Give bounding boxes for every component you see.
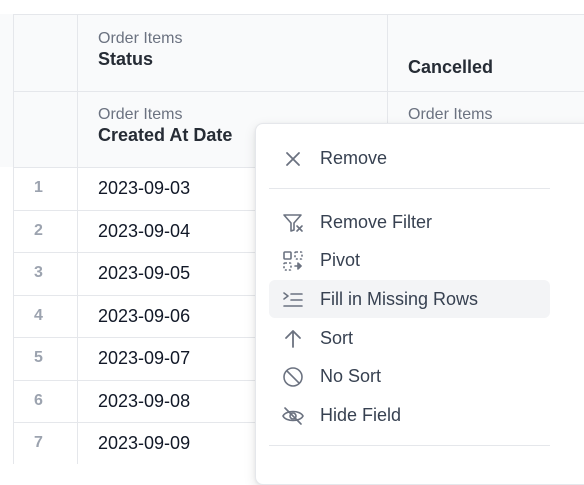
header-created-view: Order Items — [98, 106, 183, 123]
column-context-menu: Remove Remove Filter Pivot Fill in Missi… — [255, 123, 584, 485]
cell-date[interactable]: 2023-09-03 — [98, 178, 190, 199]
header-status-view: Order Items — [98, 30, 183, 47]
menu-item-fill-missing-rows[interactable]: Fill in Missing Rows — [269, 280, 550, 318]
row-number: 7 — [34, 434, 43, 451]
cell-date[interactable]: 2023-09-04 — [98, 221, 190, 242]
menu-item-pivot[interactable]: Pivot — [269, 241, 550, 279]
menu-item-sort[interactable]: Sort — [269, 319, 550, 357]
cell-date[interactable]: 2023-09-06 — [98, 306, 190, 327]
menu-item-no-sort[interactable]: No Sort — [269, 357, 550, 395]
cell-date[interactable]: 2023-09-05 — [98, 263, 190, 284]
menu-item-remove-filter[interactable]: Remove Filter — [269, 203, 550, 241]
menu-item-label: Sort — [320, 328, 354, 348]
header-status[interactable]: Order Items Status — [98, 30, 182, 70]
eye-off-icon — [282, 407, 304, 425]
menu-item-label: Remove — [320, 148, 388, 168]
header-created-at-date[interactable]: Order Items Created At Date — [98, 106, 232, 146]
filter-remove-icon — [283, 214, 303, 232]
row-number: 4 — [34, 307, 43, 324]
header-count[interactable]: Order Items — [408, 106, 492, 124]
row-number: 1 — [34, 179, 43, 196]
menu-item-label: Remove Filter — [320, 212, 433, 232]
menu-item-label: Hide Field — [320, 405, 402, 425]
header-cancelled[interactable]: Cancelled — [408, 56, 493, 78]
menu-item-hide-field[interactable]: Hide Field — [269, 396, 550, 434]
row-number: 6 — [34, 392, 43, 409]
row-number: 2 — [34, 222, 43, 239]
cell-date[interactable]: 2023-09-08 — [98, 391, 190, 412]
fill-rows-icon — [283, 292, 303, 307]
cell-date[interactable]: 2023-09-07 — [98, 348, 190, 369]
header-cancelled-label: Cancelled — [408, 57, 494, 77]
menu-divider — [269, 188, 550, 189]
pivot-icon — [283, 251, 303, 271]
arrow-up-icon — [285, 330, 301, 348]
menu-item-remove[interactable]: Remove — [269, 139, 550, 177]
header-created-field: Created At Date — [98, 125, 233, 145]
no-sort-icon — [283, 367, 303, 387]
close-icon — [286, 152, 300, 166]
header-count-view: Order Items — [408, 106, 493, 123]
cell-date[interactable]: 2023-09-09 — [98, 433, 190, 454]
menu-item-label: No Sort — [320, 366, 382, 386]
menu-item-label: Fill in Missing Rows — [320, 289, 479, 309]
menu-divider — [269, 445, 550, 446]
row-number: 3 — [34, 264, 43, 281]
row-number: 5 — [34, 349, 43, 366]
header-status-field: Status — [98, 49, 154, 69]
menu-item-label: Pivot — [320, 250, 361, 270]
